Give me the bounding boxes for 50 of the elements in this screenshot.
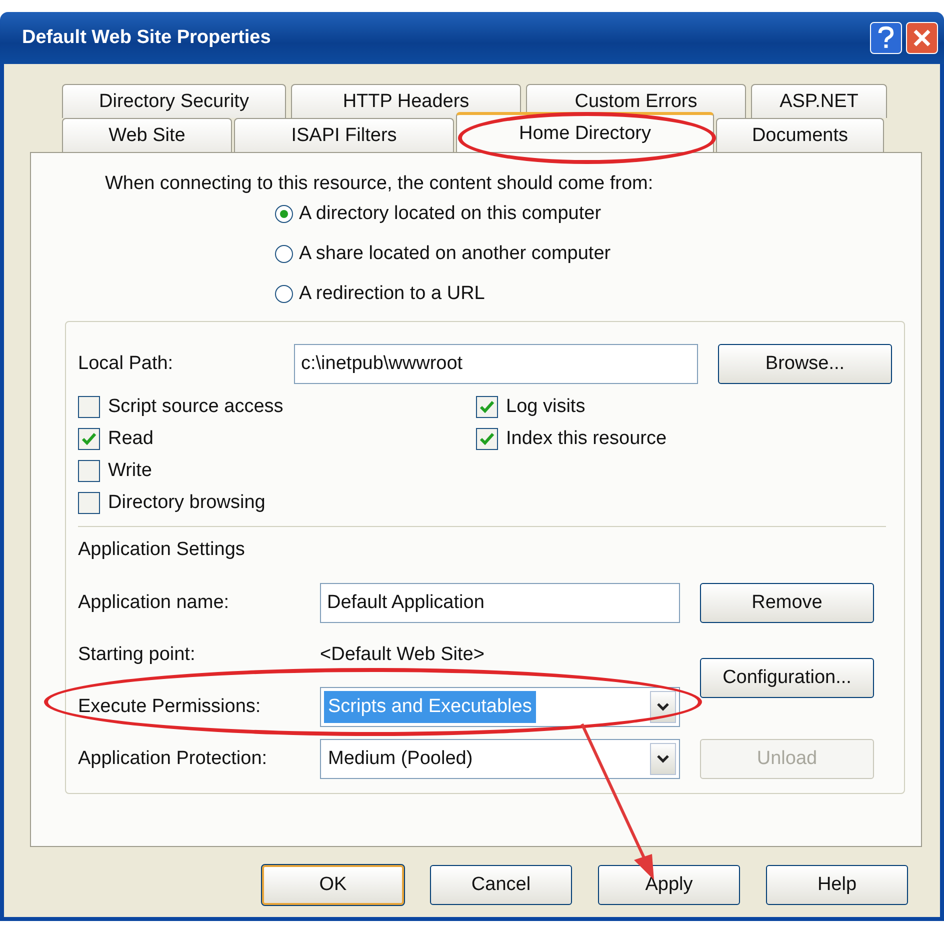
- browse-button[interactable]: Browse...: [718, 344, 892, 384]
- checkbox-label: Index this resource: [506, 428, 667, 450]
- field-label: Application name:: [78, 592, 230, 614]
- tab[interactable]: HTTP Headers: [291, 84, 521, 118]
- checkbox-label: Read: [108, 428, 154, 450]
- application-protection-dropdown[interactable]: Medium (Pooled): [320, 739, 680, 779]
- chevron-down-icon: [650, 743, 676, 775]
- dialog-button[interactable]: Apply: [598, 865, 740, 905]
- field-label: Local Path:: [78, 353, 174, 375]
- tab[interactable]: ASP.NET: [751, 84, 887, 118]
- configuration-button[interactable]: Configuration...: [700, 658, 874, 698]
- radio-label: A share located on another computer: [299, 243, 611, 265]
- dialog-button[interactable]: OK: [262, 865, 404, 905]
- checkbox-label: Script source access: [108, 396, 284, 418]
- close-icon[interactable]: [906, 22, 938, 54]
- checkbox[interactable]: [78, 396, 100, 418]
- field-label: Starting point:: [78, 644, 196, 666]
- chevron-down-icon: [650, 691, 676, 723]
- starting-point-value: <Default Web Site>: [320, 644, 486, 666]
- dialog-button[interactable]: Cancel: [430, 865, 572, 905]
- tab[interactable]: Directory Security: [62, 84, 286, 118]
- checkbox-label: Log visits: [506, 396, 586, 418]
- radio-label: A directory located on this computer: [299, 203, 602, 225]
- radio-button[interactable]: [275, 205, 293, 223]
- checkbox[interactable]: [476, 396, 498, 418]
- application-name-field[interactable]: Default Application: [320, 583, 680, 623]
- radio-button[interactable]: [275, 285, 293, 303]
- field-label: Application Protection:: [78, 748, 268, 770]
- checkbox[interactable]: [78, 428, 100, 450]
- radio-button[interactable]: [275, 245, 293, 263]
- remove-button[interactable]: Remove: [700, 583, 874, 623]
- radio-label: A redirection to a URL: [299, 283, 485, 305]
- dropdown-value: Medium (Pooled): [327, 747, 474, 771]
- dropdown-value: Scripts and Executables: [324, 691, 536, 723]
- tab[interactable]: ISAPI Filters: [234, 118, 454, 152]
- checkbox[interactable]: [476, 428, 498, 450]
- checkbox[interactable]: [78, 492, 100, 514]
- dialog-button[interactable]: Help: [766, 865, 908, 905]
- tab[interactable]: Documents: [716, 118, 884, 152]
- tab[interactable]: Home Directory: [456, 112, 714, 152]
- window-title: Default Web Site Properties: [22, 27, 271, 49]
- checkbox-label: Directory browsing: [108, 492, 266, 514]
- field-label: Execute Permissions:: [78, 696, 262, 718]
- help-icon[interactable]: [870, 22, 902, 54]
- checkbox-label: Write: [108, 460, 152, 482]
- section-heading: Application Settings: [78, 539, 246, 561]
- checkbox[interactable]: [78, 460, 100, 482]
- intro-text: When connecting to this resource, the content should come from:: [104, 173, 654, 195]
- tab[interactable]: Web Site: [62, 118, 232, 152]
- local-path-field[interactable]: c:\inetpub\wwwroot: [294, 344, 698, 384]
